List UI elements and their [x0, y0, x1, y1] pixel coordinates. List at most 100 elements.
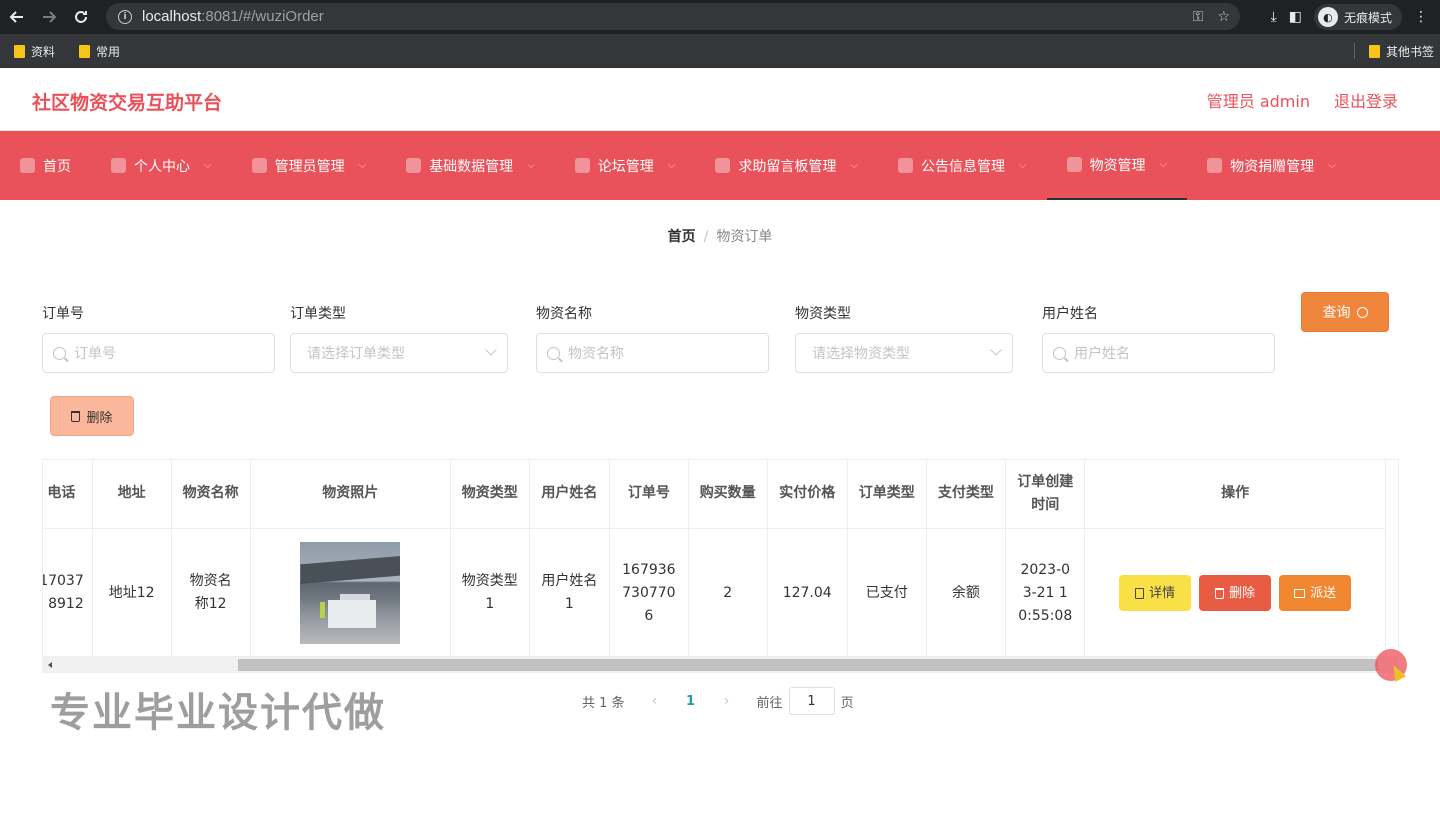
pagination: 共 1 条 ‹ 1 › 前往 1 页 [582, 687, 854, 715]
dispatch-button[interactable]: 派送 [1279, 575, 1352, 611]
app-title: 社区物资交易互助平台 [32, 92, 223, 114]
detail-button[interactable]: 详情 [1119, 575, 1192, 611]
cell-address: 地址12 [92, 528, 172, 656]
grid-icon [406, 158, 422, 173]
menu-item-home[interactable]: 首页 [0, 131, 91, 200]
cell-order-type: 已支付 [847, 528, 927, 656]
order-type-select[interactable]: 请选择订单类型 [290, 333, 508, 373]
user-icon [574, 158, 590, 173]
tag-icon [1207, 158, 1223, 173]
menu-item-basic-data[interactable]: 基础数据管理 ⌵ [386, 131, 555, 200]
chevron-down-icon: ⌵ [1159, 159, 1168, 170]
book-icon [1294, 588, 1306, 598]
incognito-icon: ◐ [1317, 7, 1338, 27]
user-name-input[interactable]: 用户姓名 [1042, 333, 1275, 373]
trash-icon [71, 410, 81, 422]
col-user-name: 用户姓名 [529, 460, 610, 529]
goods-name-input[interactable]: 物资名称 [536, 333, 769, 373]
chevron-down-icon: ⌵ [527, 160, 535, 171]
col-price: 实付价格 [767, 460, 848, 529]
breadcrumb-current: 物资订单 [716, 229, 773, 245]
main-menu: 首页 个人中心 ⌵ 管理员管理 ⌵ 基础数据管理 ⌵ 论坛管理 ⌵ 求助留言板管理 ⌵ 公… [0, 131, 1440, 200]
location-icon [1066, 157, 1082, 172]
chevron-down-icon: ⌵ [1018, 160, 1027, 171]
menu-item-admin[interactable]: 管理员管理 ⌵ [232, 131, 387, 200]
search-icon [1356, 306, 1368, 318]
star-icon[interactable]: ☆ [1217, 9, 1230, 25]
cell-goods-photo [250, 528, 451, 656]
goods-photo[interactable] [300, 542, 401, 644]
col-order-type: 订单类型 [847, 460, 927, 529]
cell-quantity: 2 [688, 528, 768, 656]
download-icon[interactable]: ⤓ [1271, 9, 1277, 25]
col-goods-photo: 物资照片 [250, 460, 451, 529]
col-goods-type: 物资类型 [450, 460, 530, 529]
col-created-at: 订单创建时间 [1005, 460, 1086, 529]
order-type-label: 订单类型 [290, 306, 346, 322]
menu-item-personal[interactable]: 个人中心 ⌵ [91, 131, 232, 200]
menu-item-notice[interactable]: 公告信息管理 ⌵ [878, 131, 1047, 200]
folder-icon [14, 44, 25, 58]
search-icon [1053, 346, 1066, 360]
order-no-label: 订单号 [42, 306, 84, 322]
trash-icon [1215, 587, 1225, 599]
app-header: 社区物资交易互助平台 管理员 admin 退出登录 [0, 68, 1440, 130]
pagination-total: 共 1 条 [582, 695, 625, 711]
col-order-no: 订单号 [609, 460, 689, 529]
logout-link[interactable]: 退出登录 [1334, 88, 1398, 112]
bookmark-folder-2[interactable]: 常用 [79, 43, 120, 60]
browser-toolbar: i localhost:8081/#/wuziOrder ⚿ ☆ ⤓ ◧ ◐ 无… [0, 0, 1440, 34]
reload-icon[interactable] [66, 2, 96, 32]
url-text: localhost:8081/#/wuziOrder [142, 8, 324, 25]
bookmark-other[interactable]: 其他书签 [1368, 43, 1434, 60]
incognito-badge[interactable]: ◐ 无痕模式 [1313, 4, 1402, 30]
house-icon [897, 158, 913, 173]
cell-created-at: 2023-03-21 10:55:08 [1005, 528, 1086, 656]
document-icon [1135, 587, 1145, 599]
menu-item-forum[interactable]: 论坛管理 ⌵ [555, 131, 696, 200]
scrollbar-thumb[interactable] [238, 659, 1378, 671]
menu-item-goods[interactable]: 物资管理 ⌵ [1046, 131, 1188, 200]
folder-icon [79, 44, 91, 58]
order-no-input[interactable]: 订单号 [42, 333, 275, 373]
more-menu-icon[interactable]: ⋮ [1414, 9, 1428, 25]
chevron-down-icon [990, 344, 1002, 356]
sidepanel-icon[interactable]: ◧ [1289, 9, 1302, 25]
cell-phone: 170378912 [43, 528, 93, 656]
next-page-icon[interactable]: › [717, 693, 737, 709]
goods-type-select[interactable]: 请选择物资类型 [795, 333, 1013, 373]
col-pay-type: 支付类型 [926, 460, 1007, 529]
cell-goods-name: 物资名称12 [171, 528, 251, 656]
chevron-down-icon: ⌵ [204, 160, 212, 171]
key-icon[interactable]: ⚿ [1193, 9, 1204, 25]
cell-price: 127.04 [767, 528, 848, 656]
search-icon [547, 346, 560, 360]
site-info-icon[interactable]: i [118, 9, 132, 24]
bookmark-folder-1[interactable]: 资料 [14, 43, 55, 60]
col-actions: 操作 [1084, 460, 1386, 529]
cell-order-no: 1679367307706 [609, 528, 689, 656]
table-header: 电话 地址 物资名称 物资照片 物资类型 用户姓名 订单号 购买数量 实付价格 … [43, 460, 1386, 529]
bookmarks-bar: 资料 常用 其他书签 [0, 34, 1440, 68]
goto-page-input[interactable]: 1 [788, 687, 835, 715]
chevron-down-icon: ⌵ [358, 160, 367, 171]
batch-delete-button[interactable]: 删除 [50, 396, 134, 436]
orders-table: 电话 地址 物资名称 物资照片 物资类型 用户姓名 订单号 购买数量 实付价格 … [42, 459, 1399, 657]
current-user: 管理员 admin [1206, 92, 1310, 111]
query-button[interactable]: 查询 [1301, 292, 1389, 332]
scroll-left-icon[interactable] [48, 662, 52, 668]
forward-icon[interactable] [34, 2, 64, 32]
prev-page-icon[interactable]: ‹ [645, 693, 665, 709]
menu-item-donation[interactable]: 物资捐赠管理 ⌵ [1187, 131, 1356, 200]
breadcrumb-home[interactable]: 首页 [668, 229, 696, 245]
delete-button[interactable]: 删除 [1199, 575, 1272, 611]
menu-item-help-board[interactable]: 求助留言板管理 ⌵ [695, 131, 878, 200]
breadcrumb: 首页 / 物资订单 [667, 229, 773, 245]
table-horizontal-scrollbar[interactable] [42, 657, 1399, 673]
home-icon [20, 158, 35, 173]
page-number[interactable]: 1 [673, 694, 709, 709]
goods-type-label: 物资类型 [795, 306, 851, 322]
back-icon[interactable] [2, 2, 32, 32]
address-bar[interactable]: i localhost:8081/#/wuziOrder ⚿ ☆ [106, 3, 1240, 30]
watermark-text: 专业毕业设计代做 [50, 690, 386, 736]
